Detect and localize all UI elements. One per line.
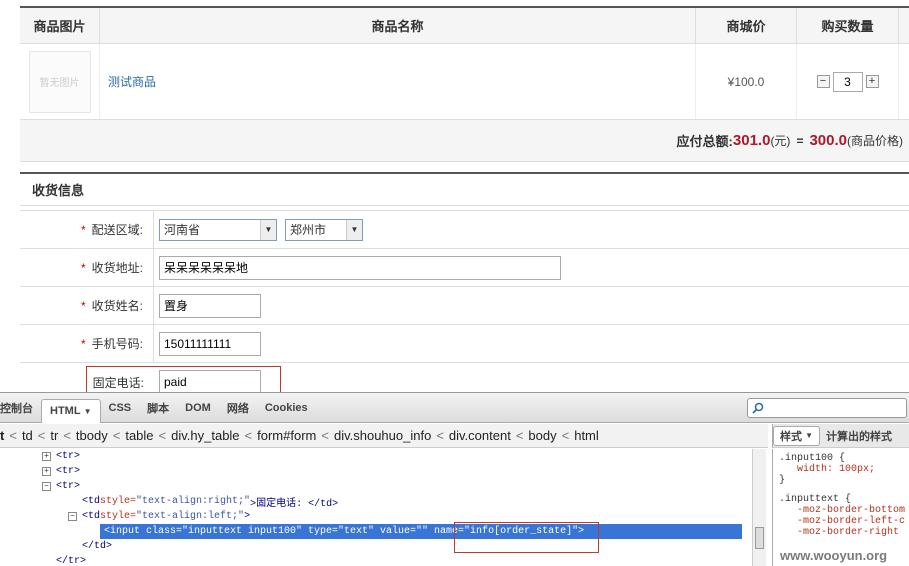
- equals-sign: =: [796, 133, 804, 148]
- breadcrumb-item[interactable]: body: [528, 428, 556, 443]
- devtools-tabs: 控制台 HTML ▼ CSS 脚本 DOM 网络 Cookies: [0, 393, 909, 423]
- breadcrumb-item[interactable]: tbody: [76, 428, 108, 443]
- highlight-box-name-attr: [454, 522, 599, 553]
- quantity-input[interactable]: [832, 71, 863, 92]
- address-label: 收货地址:: [91, 261, 143, 275]
- tab-net[interactable]: 网络: [219, 397, 257, 419]
- header-image: 商品图片: [20, 8, 100, 43]
- tab-script[interactable]: 脚本: [139, 397, 177, 419]
- product-price: ¥100.0: [696, 44, 797, 119]
- cart-total: 应付总额: 301.0 (元) = 300.0 (商品价格): [20, 120, 909, 162]
- header-extra: [899, 8, 909, 43]
- watermark: www.wooyun.org: [780, 548, 888, 563]
- name-row: * 收货姓名:: [20, 287, 909, 325]
- header-price: 商城价: [696, 8, 797, 43]
- province-select[interactable]: 河南省 ▼: [159, 218, 277, 241]
- breadcrumb-item[interactable]: html: [574, 428, 599, 443]
- highlight-box-phone: [86, 366, 281, 392]
- region-row: * 配送区域: 河南省 ▼ 郑州市 ▼: [20, 211, 909, 249]
- tab-cookies[interactable]: Cookies: [257, 397, 316, 419]
- chevron-down-icon: ▼: [260, 219, 276, 240]
- breadcrumb: t < td < tr < tbody < table < div.hy_table < f…: [0, 424, 768, 448]
- tree-node-selected[interactable]: <input class="inputtext input100" type="…: [100, 524, 742, 539]
- tree-node[interactable]: + <tr>: [0, 449, 750, 464]
- cart-row: 暂无图片 测试商品 ¥100.0 − +: [20, 44, 909, 120]
- breadcrumb-item[interactable]: div.shouhuo_info: [334, 428, 431, 443]
- required-mark: *: [80, 336, 86, 351]
- style-panel-tabs: 样式 ▼ 计算出的样式: [772, 424, 909, 448]
- cart-table: 商品图片 商品名称 商城价 购买数量 暂无图片 测试商品 ¥100.0 − + …: [20, 6, 909, 162]
- breadcrumb-item[interactable]: div.content: [449, 428, 511, 443]
- devtools-panel: 控制台 HTML ▼ CSS 脚本 DOM 网络 Cookies t < td < …: [0, 392, 909, 566]
- shop-page: 商品图片 商品名称 商城价 购买数量 暂无图片 测试商品 ¥100.0 − + …: [0, 0, 909, 392]
- breadcrumb-item[interactable]: form#form: [257, 428, 316, 443]
- total-unit: (元): [770, 134, 791, 148]
- breadcrumb-item[interactable]: div.hy_table: [171, 428, 239, 443]
- tab-css[interactable]: CSS: [101, 397, 140, 419]
- tree-node[interactable]: + <tr>: [0, 464, 750, 479]
- breadcrumb-item[interactable]: table: [125, 428, 153, 443]
- tree-node[interactable]: </tr>: [0, 554, 750, 566]
- required-mark: *: [80, 260, 86, 275]
- tree-node[interactable]: − <td style= "text-align:left;" >: [0, 509, 750, 524]
- product-name-link[interactable]: 测试商品: [108, 73, 156, 90]
- mobile-row: * 手机号码:: [20, 325, 909, 363]
- breadcrumb-item[interactable]: t: [0, 428, 4, 443]
- breadcrumb-item[interactable]: tr: [50, 428, 58, 443]
- city-select[interactable]: 郑州市 ▼: [285, 218, 363, 241]
- goods-label: (商品价格): [847, 134, 903, 148]
- devtools-search-input[interactable]: [747, 398, 907, 418]
- mobile-input[interactable]: [159, 331, 261, 356]
- tab-html[interactable]: HTML ▼: [41, 398, 101, 423]
- shipping-section-title: 收货信息: [20, 172, 909, 206]
- search-icon: [752, 402, 764, 414]
- chevron-down-icon: ▼: [805, 431, 813, 440]
- quantity-increase-button[interactable]: +: [865, 75, 879, 88]
- required-mark: *: [80, 222, 86, 237]
- collapse-icon[interactable]: −: [68, 512, 77, 521]
- region-label: 配送区域:: [91, 223, 143, 237]
- chevron-down-icon: ▼: [346, 219, 362, 240]
- required-mark: *: [80, 298, 86, 313]
- header-name: 商品名称: [100, 8, 696, 43]
- total-label: 应付总额:: [676, 134, 733, 149]
- html-tree: + <tr> + <tr> − <tr> <td style= "text-align:…: [0, 449, 750, 566]
- address-input[interactable]: [159, 255, 561, 280]
- goods-amount: 300.0: [809, 132, 847, 149]
- quantity-decrease-button[interactable]: −: [816, 75, 830, 88]
- expand-icon[interactable]: +: [42, 452, 51, 461]
- breadcrumb-item[interactable]: td: [22, 428, 33, 443]
- tree-scrollbar[interactable]: [752, 449, 766, 566]
- tree-node[interactable]: </td>: [0, 539, 750, 554]
- shipping-form: * 配送区域: 河南省 ▼ 郑州市 ▼ * 收货地址: * 收货姓名:: [20, 210, 909, 392]
- name-label: 收货姓名:: [91, 299, 143, 313]
- cart-header: 商品图片 商品名称 商城价 购买数量: [20, 8, 909, 44]
- collapse-icon[interactable]: −: [42, 482, 51, 491]
- chevron-down-icon: ▼: [83, 406, 92, 416]
- tree-node[interactable]: − <tr>: [0, 479, 750, 494]
- total-amount: 301.0: [732, 132, 771, 149]
- scrollbar-thumb[interactable]: [755, 527, 764, 549]
- mobile-label: 手机号码:: [91, 337, 143, 351]
- tab-computed-style[interactable]: 计算出的样式: [820, 426, 898, 446]
- tab-style[interactable]: 样式 ▼: [773, 425, 820, 446]
- tab-console[interactable]: 控制台: [0, 397, 41, 419]
- tree-node[interactable]: <td style= "text-align:right;" >固定电话: </td…: [0, 494, 750, 510]
- header-quantity: 购买数量: [797, 8, 899, 43]
- expand-icon[interactable]: +: [42, 467, 51, 476]
- receiver-name-input[interactable]: [159, 293, 261, 318]
- address-row: * 收货地址:: [20, 249, 909, 287]
- quantity-stepper: − +: [797, 44, 899, 119]
- tab-dom[interactable]: DOM: [177, 397, 219, 419]
- product-image-placeholder: 暂无图片: [28, 50, 91, 113]
